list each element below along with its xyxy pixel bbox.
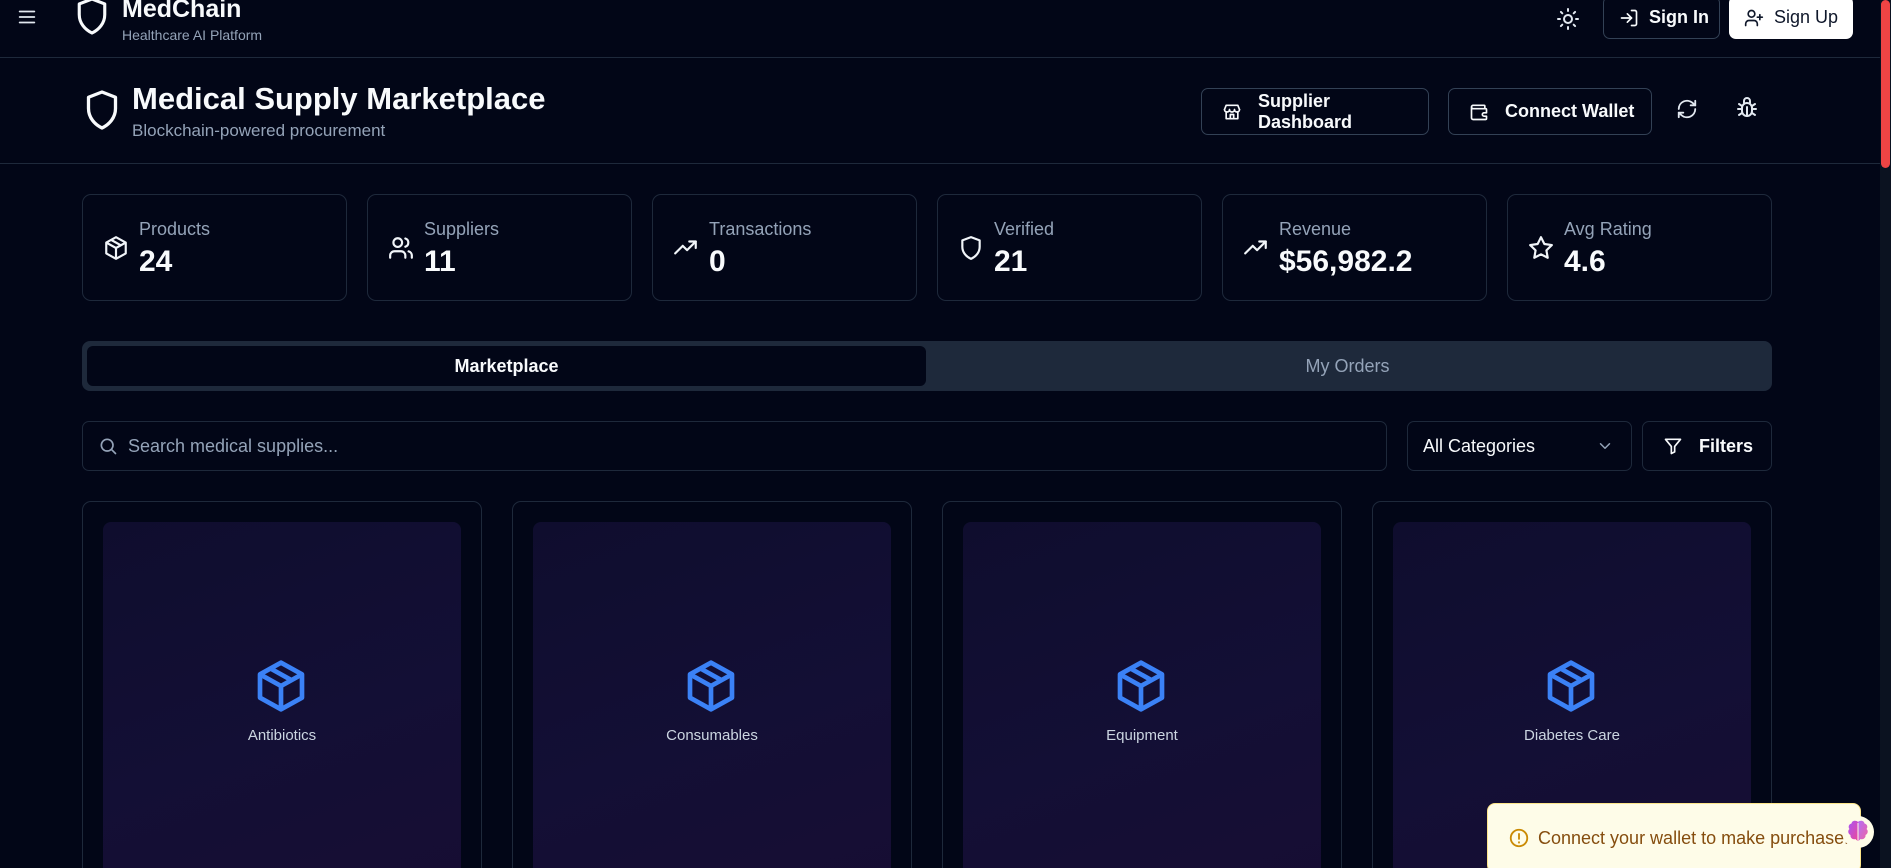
stat-value: 21 [994,245,1028,278]
ai-assistant-button[interactable] [1842,816,1874,848]
users-icon [388,235,414,261]
package-icon [253,658,309,714]
tab-list: Marketplace My Orders [82,341,1772,391]
stat-card-transactions: Transactions 0 [652,194,917,301]
stat-value: $56,982.2 [1279,245,1413,278]
brain-icon [1842,816,1874,848]
wallet-icon [1469,102,1489,122]
stat-label: Products [139,219,211,239]
sign-up-button[interactable]: Sign Up [1729,0,1853,39]
stat-value: 11 [424,245,456,278]
scrollbar-thumb[interactable] [1881,0,1890,168]
page-header: Medical Supply Marketplace Blockchain-po… [0,58,1880,164]
category-select-value: All Categories [1423,436,1536,456]
search-icon [98,436,118,456]
stat-value: 24 [139,245,173,278]
page-title: Medical Supply Marketplace [132,81,546,116]
menu-icon[interactable] [16,6,38,28]
category-select[interactable]: All Categories [1407,421,1632,471]
stat-label: Suppliers [424,219,500,239]
product-category: Equipment [1106,727,1178,744]
log-in-icon [1619,8,1639,28]
bug-icon[interactable] [1735,96,1759,120]
chevron-down-icon [1596,437,1614,455]
shield-icon [958,235,984,261]
refresh-icon[interactable] [1676,98,1698,120]
product-card[interactable]: Consumables [512,501,912,868]
stat-card-revenue: Revenue $56,982.2 [1222,194,1487,301]
stat-label: Revenue [1279,219,1352,239]
trending-up-icon [1243,235,1269,261]
search-placeholder: Search medical supplies... [128,436,339,456]
shield-icon [75,0,109,36]
sun-icon[interactable] [1556,7,1580,31]
trending-up-icon [673,235,699,261]
stat-card-avg-rating: Avg Rating 4.6 [1507,194,1772,301]
package-icon [683,658,739,714]
toast-notification: Connect your wallet to make purchase. [1487,803,1861,868]
store-icon [1222,102,1242,122]
product-category: Diabetes Care [1524,727,1620,744]
tab-marketplace[interactable]: Marketplace [87,346,926,386]
shield-icon [84,89,120,131]
stat-label: Transactions [709,219,812,239]
stat-card-verified: Verified 21 [937,194,1202,301]
product-card[interactable]: Antibiotics [82,501,482,868]
tab-my-orders[interactable]: My Orders [928,346,1767,386]
page-subtitle: Blockchain-powered procurement [132,121,386,140]
product-image: Equipment [963,522,1321,868]
sign-in-button[interactable]: Sign In [1603,0,1720,39]
product-image: Consumables [533,522,891,868]
product-category: Consumables [666,727,758,744]
stat-card-products: Products 24 [82,194,347,301]
filters-button[interactable]: Filters [1642,421,1772,471]
stat-card-suppliers: Suppliers 11 [367,194,632,301]
package-icon [1113,658,1169,714]
package-icon [1543,658,1599,714]
sign-up-label: Sign Up [1774,7,1839,27]
alert-circle-icon [1508,827,1530,849]
stat-label: Verified [994,219,1055,239]
top-navbar: MedChain Healthcare AI Platform Sign In … [0,0,1880,58]
brand-name[interactable]: MedChain [122,0,241,24]
connect-wallet-button[interactable]: Connect Wallet [1448,88,1652,135]
brand-subtitle: Healthcare AI Platform [122,27,263,43]
stat-value: 0 [709,245,726,278]
connect-wallet-label: Connect Wallet [1505,101,1635,121]
filter-icon [1663,436,1683,456]
filters-label: Filters [1699,435,1754,456]
supplier-dashboard-label: Supplier Dashboard [1258,90,1353,132]
sign-in-label: Sign In [1649,7,1709,27]
product-category: Antibiotics [247,727,317,744]
stat-value: 4.6 [1564,245,1606,278]
product-image: Antibiotics [103,522,461,868]
package-icon [103,235,129,261]
supplier-dashboard-button[interactable]: Supplier Dashboard [1201,88,1429,135]
stat-label: Avg Rating [1564,219,1652,239]
star-icon [1528,235,1554,261]
product-card[interactable]: Equipment [942,501,1342,868]
user-plus-icon [1744,8,1764,28]
search-input[interactable]: Search medical supplies... [82,421,1387,471]
toast-message: Connect your wallet to make purchase. [1538,828,1850,848]
